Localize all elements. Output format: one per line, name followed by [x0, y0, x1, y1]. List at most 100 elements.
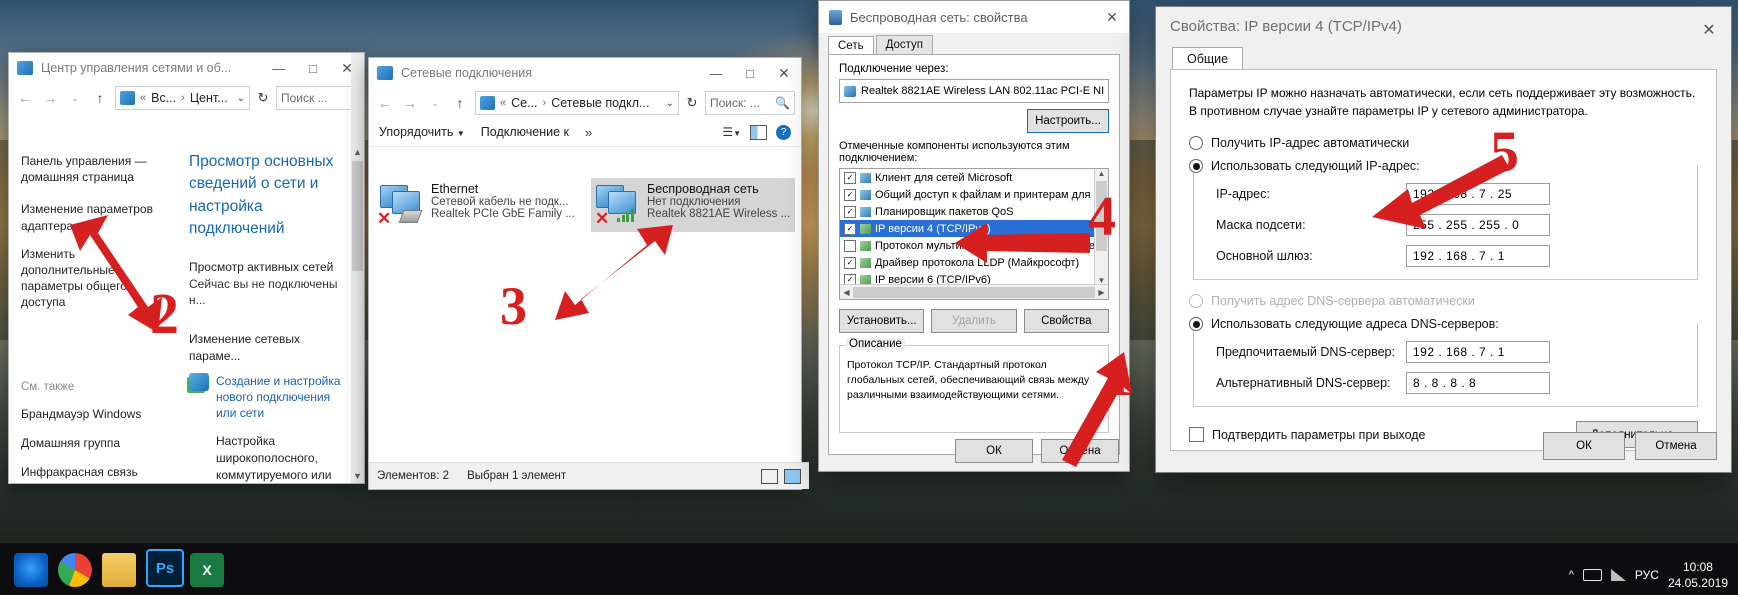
breadcrumb-chevron-icon[interactable]: ›: [181, 92, 185, 104]
close-button[interactable]: ✕: [767, 58, 801, 88]
validate-settings-row[interactable]: Подтвердить параметры при выходе: [1189, 427, 1426, 442]
forward-button[interactable]: →: [40, 90, 60, 106]
view-options-icon[interactable]: ☰▼: [722, 125, 741, 139]
organize-button[interactable]: Упорядочить ▼: [379, 125, 465, 139]
breadcrumb-dropdown-icon[interactable]: ⌄: [237, 93, 245, 104]
forward-button[interactable]: →: [400, 95, 420, 111]
history-dropdown-icon[interactable]: ⌄: [425, 98, 445, 109]
scrollbar-thumb[interactable]: [352, 161, 363, 271]
default-gateway-input[interactable]: 192 . 168 . 7 . 1: [1406, 245, 1550, 267]
tabstrip[interactable]: Общие: [1156, 45, 1731, 70]
taskbar[interactable]: Ps X ^ РУС 10:08 24.05.2019: [0, 543, 1738, 595]
list-item[interactable]: ✓ Клиент для сетей Microsoft: [840, 169, 1095, 186]
back-button[interactable]: ←: [15, 90, 35, 106]
history-dropdown-icon[interactable]: ⌄: [65, 93, 85, 104]
radio-auto-ip-row[interactable]: Получить IP-адрес автоматически: [1189, 136, 1698, 150]
toolbar[interactable]: Упорядочить ▼ Подключение к » ☰▼ ?: [369, 118, 801, 147]
large-icons-view-icon[interactable]: [784, 468, 801, 484]
toolbar-more-button[interactable]: »: [585, 125, 592, 140]
checkbox-checked[interactable]: ✓: [844, 188, 856, 201]
preview-pane-icon[interactable]: [750, 124, 767, 140]
see-also-infrared[interactable]: Инфракрасная связь: [21, 464, 171, 480]
breadcrumb[interactable]: « Се... › Сетевые подкл... ⌄: [475, 91, 679, 115]
link-create-new-connection[interactable]: Создание и настройка нового подключения …: [216, 373, 345, 422]
scroll-down-icon[interactable]: ▼: [351, 469, 364, 483]
see-also-firewall[interactable]: Брандмауэр Windows: [21, 406, 171, 422]
search-input[interactable]: Поиск: ... 🔍: [705, 91, 795, 115]
window-controls[interactable]: — □ ✕: [262, 53, 364, 83]
tab-general[interactable]: Общие: [1172, 47, 1244, 70]
battery-icon[interactable]: [1582, 568, 1602, 581]
scroll-up-icon[interactable]: ▲: [351, 145, 364, 159]
checkbox-checked[interactable]: ✓: [844, 256, 856, 269]
field-row-preferred-dns[interactable]: Предпочитаемый DNS-сервер: 192 . 168 . 7…: [1216, 341, 1683, 363]
radio-manual-ip[interactable]: [1189, 159, 1203, 173]
list-item[interactable]: ✕ Ethernet Сетевой кабель не подк... Rea…: [377, 182, 582, 228]
tabstrip[interactable]: Сеть Доступ: [819, 33, 1129, 55]
excel-icon[interactable]: X: [190, 553, 224, 587]
scroll-left-icon[interactable]: ◀: [840, 288, 853, 297]
close-button[interactable]: ✕: [1687, 11, 1731, 49]
list-item[interactable]: ✓ IP версии 6 (TCP/IPv6): [840, 271, 1095, 285]
ok-button[interactable]: ОК: [955, 439, 1033, 463]
validate-settings-checkbox[interactable]: [1189, 427, 1204, 442]
window-controls[interactable]: — □ ✕: [699, 58, 801, 88]
photoshop-icon[interactable]: Ps: [146, 549, 184, 587]
chevron-up-icon[interactable]: ^: [1569, 569, 1574, 581]
help-icon[interactable]: ?: [776, 124, 791, 140]
nav-item-control-panel-home[interactable]: Панель управления — домашняя страница: [21, 153, 171, 185]
list-item[interactable]: ✓ Общий доступ к файлам и принтерам для …: [840, 186, 1095, 203]
up-button[interactable]: ↑: [90, 90, 110, 106]
system-tray[interactable]: ^ РУС 10:08 24.05.2019: [1569, 559, 1728, 591]
breadcrumb-item-1[interactable]: Вс...: [151, 91, 176, 105]
listbox-horizontal-scrollbar[interactable]: ◀ ▶: [840, 284, 1108, 299]
cancel-button[interactable]: Отмена: [1635, 432, 1717, 460]
breadcrumb-overflow[interactable]: «: [500, 97, 506, 109]
search-icon[interactable]: 🔍: [775, 96, 790, 110]
ok-button[interactable]: ОК: [1543, 432, 1625, 460]
alternate-dns-input[interactable]: 8 . 8 . 8 . 8: [1406, 372, 1550, 394]
address-bar[interactable]: ← → ⌄ ↑ « Вс... › Цент... ⌄ ↻ Поиск ...: [9, 83, 364, 113]
chrome-icon[interactable]: [58, 553, 92, 587]
clock[interactable]: 10:08 24.05.2019: [1668, 559, 1728, 591]
list-item[interactable]: ✕ Беспроводная сеть Нет подключения Real…: [591, 178, 795, 232]
radio-auto-ip[interactable]: [1189, 136, 1203, 150]
scrollbar-thumb[interactable]: [853, 286, 1095, 298]
network-icon[interactable]: [1610, 568, 1626, 581]
folder-icon[interactable]: [102, 553, 136, 587]
breadcrumb[interactable]: « Вс... › Цент... ⌄: [115, 86, 250, 110]
checkbox-unchecked[interactable]: [844, 239, 856, 252]
breadcrumb-dropdown-icon[interactable]: ⌄: [666, 98, 674, 109]
breadcrumb-overflow[interactable]: «: [140, 92, 146, 104]
breadcrumb-chevron-icon[interactable]: ›: [543, 97, 547, 109]
scroll-right-icon[interactable]: ▶: [1095, 288, 1108, 297]
install-button[interactable]: Установить...: [839, 309, 925, 333]
search-input[interactable]: Поиск ...: [276, 86, 358, 110]
breadcrumb-item-1[interactable]: Се...: [511, 96, 537, 110]
checkbox-checked[interactable]: ✓: [844, 205, 856, 218]
minimize-button[interactable]: —: [262, 53, 296, 83]
properties-button[interactable]: Свойства: [1023, 309, 1109, 333]
breadcrumb-item-2[interactable]: Цент...: [190, 91, 228, 105]
maximize-button[interactable]: □: [296, 53, 330, 83]
radio-manual-dns[interactable]: [1189, 317, 1203, 331]
dialog-buttons[interactable]: ОК Отмена: [1543, 432, 1717, 460]
preferred-dns-input[interactable]: 192 . 168 . 7 . 1: [1406, 341, 1550, 363]
close-button[interactable]: ✕: [1095, 2, 1129, 32]
minimize-button[interactable]: —: [699, 58, 733, 88]
refresh-button[interactable]: ↻: [684, 95, 700, 111]
configure-button[interactable]: Настроить...: [1027, 109, 1109, 133]
start-windows-icon[interactable]: [14, 553, 48, 587]
radio-auto-dns[interactable]: [1189, 294, 1203, 308]
see-also-homegroup[interactable]: Домашняя группа: [21, 435, 171, 451]
radio-auto-dns-row[interactable]: Получить адрес DNS-сервера автоматически: [1189, 294, 1698, 308]
checkbox-checked[interactable]: ✓: [844, 222, 856, 235]
list-item[interactable]: ✓ Планировщик пакетов QoS: [840, 203, 1095, 220]
maximize-button[interactable]: □: [733, 58, 767, 88]
vertical-scrollbar[interactable]: ▲ ▼: [351, 53, 364, 483]
language-indicator[interactable]: РУС: [1635, 568, 1659, 582]
breadcrumb-item-2[interactable]: Сетевые подкл...: [551, 96, 649, 110]
dialog-ipv4-properties[interactable]: Свойства: IP версии 4 (TCP/IPv4) ✕ Общие…: [1155, 6, 1732, 473]
up-button[interactable]: ↑: [450, 95, 470, 111]
checkbox-checked[interactable]: ✓: [844, 171, 856, 184]
